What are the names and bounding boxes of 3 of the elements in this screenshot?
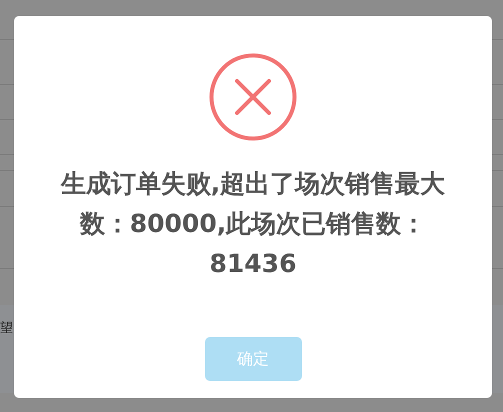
- dialog-title: 生成订单失败,超出了场次销售最大数：80000,此场次已销售数：81436: [60, 168, 446, 280]
- error-icon: [209, 53, 297, 141]
- background-text: 望: [0, 320, 13, 338]
